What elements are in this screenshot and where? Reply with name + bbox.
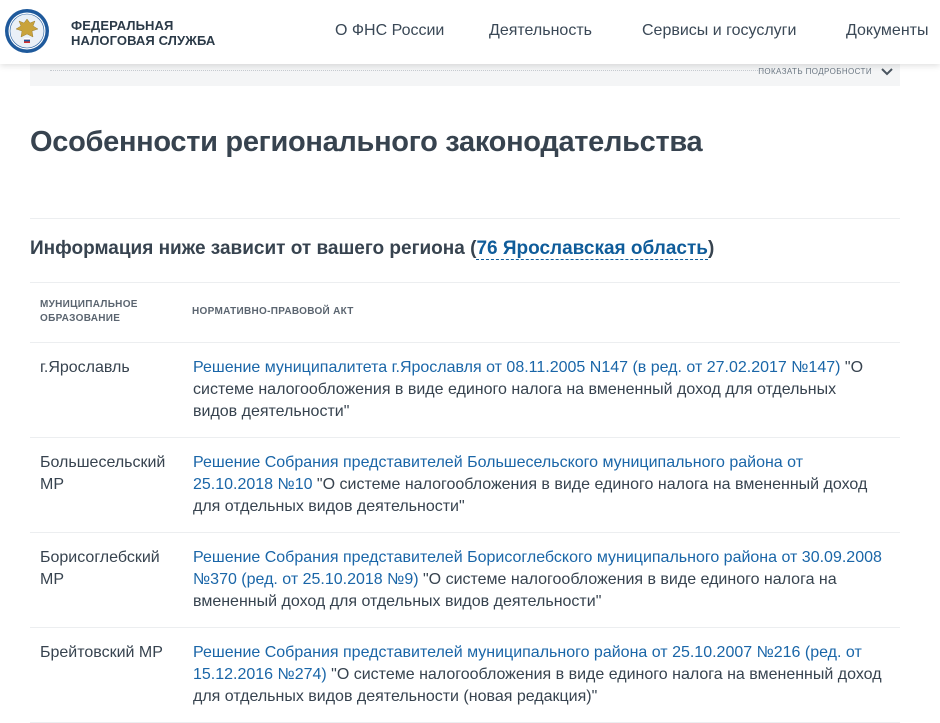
act-cell: Решение Собрания представителей Борисогл… xyxy=(193,533,893,627)
municipality-cell: г.Ярославль xyxy=(40,359,130,376)
dotted-divider xyxy=(50,70,770,71)
legislation-table: МУНИЦИПАЛЬНОЕ ОБРАЗОВАНИЕ НОРМАТИВНО-ПРА… xyxy=(30,282,900,723)
region-prefix: Информация ниже зависит от вашего регион… xyxy=(30,238,477,259)
nav-activity[interactable]: Деятельность xyxy=(489,22,592,40)
municipality-cell: Большесельский МР xyxy=(40,454,166,493)
nav-services[interactable]: Сервисы и госуслуги xyxy=(642,22,796,40)
column-header-act: НОРМАТИВНО-ПРАВОВОЙ АКТ xyxy=(192,306,354,317)
fns-emblem-logo[interactable] xyxy=(4,8,50,54)
site-header: ФЕДЕРАЛЬНАЯ НАЛОГОВАЯ СЛУЖБА О ФНС Росси… xyxy=(0,0,940,64)
table-row: Большесельский МР Решение Собрания предс… xyxy=(30,438,900,533)
region-selector-link[interactable]: 76 Ярославская область xyxy=(476,238,708,260)
region-info: Информация ниже зависит от вашего регион… xyxy=(30,238,714,260)
show-details-link[interactable]: ПОКАЗАТЬ ПОДРОБНОСТИ xyxy=(758,67,872,76)
column-header-municipality: МУНИЦИПАЛЬНОЕ ОБРАЗОВАНИЕ xyxy=(40,299,138,324)
page-title: Особенности регионального законодательст… xyxy=(30,126,703,158)
municipality-cell: Брейтовский МР xyxy=(40,644,163,661)
table-row: Брейтовский МР Решение Собрания представ… xyxy=(30,628,900,723)
table-row: г.Ярославль Решение муниципалитета г.Яро… xyxy=(30,343,900,438)
act-cell: Решение Собрания представителей муниципа… xyxy=(193,628,893,722)
act-link[interactable]: Решение муниципалитета г.Ярославля от 08… xyxy=(193,359,840,376)
org-name-line1: ФЕДЕРАЛЬНАЯ xyxy=(71,18,174,33)
municipality-cell: Борисоглебский МР xyxy=(40,549,160,588)
nav-about[interactable]: О ФНС России xyxy=(335,22,444,40)
table-header: МУНИЦИПАЛЬНОЕ ОБРАЗОВАНИЕ НОРМАТИВНО-ПРА… xyxy=(30,282,900,343)
section-divider xyxy=(30,218,900,219)
act-cell: Решение муниципалитета г.Ярославля от 08… xyxy=(193,343,893,437)
details-strip: ПОКАЗАТЬ ПОДРОБНОСТИ xyxy=(30,64,900,86)
act-cell: Решение Собрания представителей Большесе… xyxy=(193,438,893,532)
chevron-down-icon[interactable] xyxy=(880,66,894,78)
org-name[interactable]: ФЕДЕРАЛЬНАЯ НАЛОГОВАЯ СЛУЖБА xyxy=(71,18,215,48)
region-suffix: ) xyxy=(707,238,715,259)
table-row: Борисоглебский МР Решение Собрания предс… xyxy=(30,533,900,628)
org-name-line2: НАЛОГОВАЯ СЛУЖБА xyxy=(71,33,216,48)
nav-documents[interactable]: Документы xyxy=(846,22,928,40)
